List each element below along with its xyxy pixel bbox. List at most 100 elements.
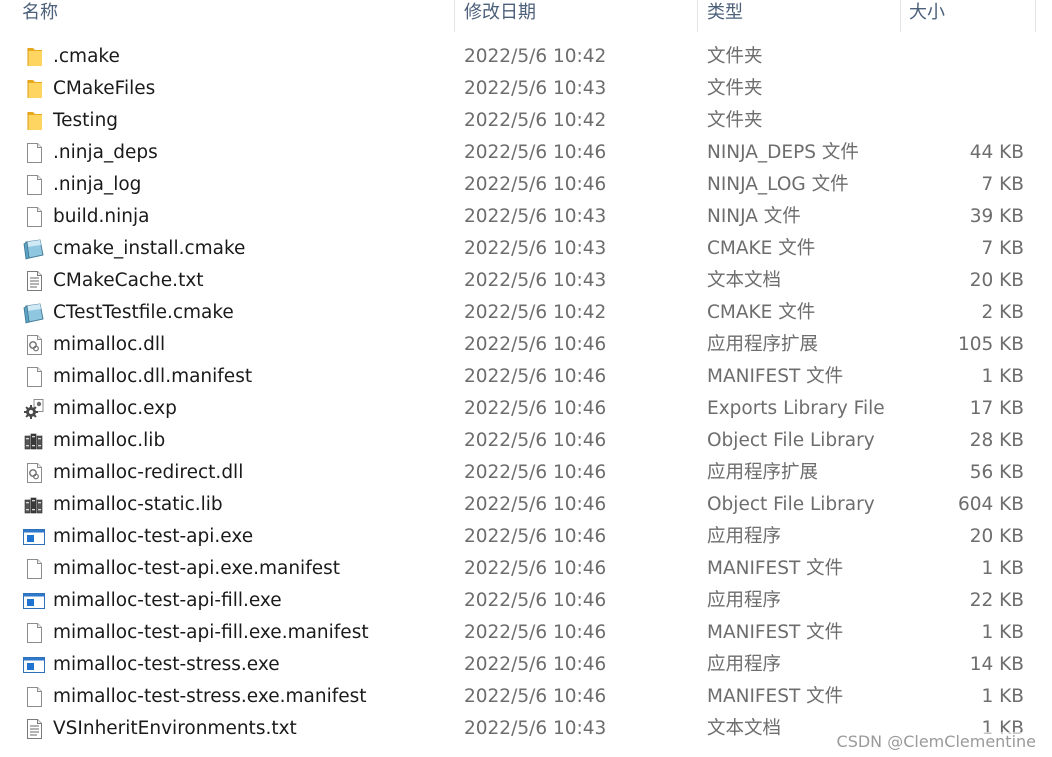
file-size: 20 KB: [969, 270, 1024, 291]
file-modified-date: 2022/5/6 10:46: [464, 494, 607, 515]
file-modified-date: 2022/5/6 10:43: [464, 206, 607, 227]
file-type: MANIFEST 文件: [707, 622, 844, 643]
file-name: .ninja_log: [53, 174, 142, 195]
file-type: CMAKE 文件: [707, 302, 816, 323]
file-row[interactable]: CMakeFiles 2022/5/6 10:43 文件夹: [0, 73, 1052, 105]
file-row[interactable]: mimalloc-test-api.exe 2022/5/6 10:46 应用程序 2…: [0, 521, 1052, 553]
exe-file-icon: [22, 526, 46, 548]
folder-icon: [22, 46, 46, 68]
file-row[interactable]: CMakeCache.txt 2022/5/6 10:43 文本文档 20 KB: [0, 265, 1052, 297]
file-row[interactable]: mimalloc.dll.manifest 2022/5/6 10:46 MANIF…: [0, 361, 1052, 393]
column-header-type[interactable]: 类型: [699, 0, 899, 32]
text-file-icon: [22, 718, 46, 740]
file-size: 44 KB: [969, 142, 1024, 163]
blank-file-icon: [22, 174, 46, 196]
file-modified-date: 2022/5/6 10:42: [464, 302, 607, 323]
file-row[interactable]: mimalloc-test-api-fill.exe 2022/5/6 10:46…: [0, 585, 1052, 617]
file-name: Testing: [53, 110, 119, 131]
file-row[interactable]: mimalloc.exp 2022/5/6 10:46 Exports Librar…: [0, 393, 1052, 425]
file-modified-date: 2022/5/6 10:46: [464, 334, 607, 355]
file-row[interactable]: CTestTestfile.cmake 2022/5/6 10:42 CMAKE 文…: [0, 297, 1052, 329]
file-name: mimalloc.lib: [53, 430, 166, 451]
folder-icon: [22, 78, 46, 100]
file-size: 1 KB: [981, 622, 1024, 643]
column-divider[interactable]: [1035, 0, 1036, 32]
cmake-file-icon: [22, 238, 46, 260]
file-name: mimalloc-test-api-fill.exe.manifest: [53, 622, 369, 643]
file-name: mimalloc-test-api.exe: [53, 526, 254, 547]
file-type: CMAKE 文件: [707, 238, 816, 259]
file-size: 7 KB: [981, 238, 1024, 259]
file-modified-date: 2022/5/6 10:43: [464, 718, 607, 739]
column-divider[interactable]: [697, 0, 698, 32]
blank-file-icon: [22, 686, 46, 708]
file-row[interactable]: .cmake 2022/5/6 10:42 文件夹: [0, 41, 1052, 73]
file-row[interactable]: mimalloc-test-api.exe.manifest 2022/5/6 1…: [0, 553, 1052, 585]
file-modified-date: 2022/5/6 10:46: [464, 142, 607, 163]
file-name: mimalloc-test-stress.exe.manifest: [53, 686, 367, 707]
file-row[interactable]: mimalloc.dll 2022/5/6 10:46 应用程序扩展 105 KB: [0, 329, 1052, 361]
file-type: 文本文档: [707, 270, 782, 291]
text-file-icon: [22, 270, 46, 292]
watermark: CSDN @ClemClementine: [834, 732, 1038, 751]
file-type: 文件夹: [707, 46, 763, 67]
file-size: 1 KB: [981, 558, 1024, 579]
file-modified-date: 2022/5/6 10:46: [464, 366, 607, 387]
file-type: 应用程序扩展: [707, 462, 819, 483]
file-type: NINJA_DEPS 文件: [707, 142, 859, 163]
file-row[interactable]: mimalloc-test-stress.exe.manifest 2022/5/…: [0, 681, 1052, 713]
file-row[interactable]: mimalloc-redirect.dll 2022/5/6 10:46 应用程序扩…: [0, 457, 1052, 489]
column-divider[interactable]: [454, 0, 455, 32]
file-row[interactable]: build.ninja 2022/5/6 10:43 NINJA 文件 39 KB: [0, 201, 1052, 233]
column-header-modified[interactable]: 修改日期: [456, 0, 696, 32]
file-size: 20 KB: [969, 526, 1024, 547]
file-name: mimalloc.exp: [53, 398, 177, 419]
folder-icon: [22, 110, 46, 132]
file-size: 604 KB: [957, 494, 1024, 515]
file-modified-date: 2022/5/6 10:42: [464, 110, 607, 131]
file-size: 105 KB: [957, 334, 1024, 355]
blank-file-icon: [22, 206, 46, 228]
file-size: 7 KB: [981, 174, 1024, 195]
file-size: 17 KB: [969, 398, 1024, 419]
file-name: mimalloc-test-stress.exe: [53, 654, 280, 675]
exe-file-icon: [22, 590, 46, 612]
file-type: MANIFEST 文件: [707, 686, 844, 707]
file-size: 22 KB: [969, 590, 1024, 611]
file-modified-date: 2022/5/6 10:46: [464, 526, 607, 547]
file-row[interactable]: .ninja_log 2022/5/6 10:46 NINJA_LOG 文件 7 KB: [0, 169, 1052, 201]
file-row[interactable]: .ninja_deps 2022/5/6 10:46 NINJA_DEPS 文件 44…: [0, 137, 1052, 169]
file-name: CMakeCache.txt: [53, 270, 204, 291]
file-type: 文件夹: [707, 110, 763, 131]
file-name: VSInheritEnvironments.txt: [53, 718, 297, 739]
column-header-name[interactable]: 名称: [14, 0, 454, 32]
blank-file-icon: [22, 142, 46, 164]
file-modified-date: 2022/5/6 10:43: [464, 238, 607, 259]
cmake-file-icon: [22, 302, 46, 324]
file-modified-date: 2022/5/6 10:46: [464, 174, 607, 195]
file-size: 39 KB: [969, 206, 1024, 227]
column-header-size[interactable]: 大小: [901, 0, 1035, 32]
file-modified-date: 2022/5/6 10:46: [464, 654, 607, 675]
file-row[interactable]: Testing 2022/5/6 10:42 文件夹: [0, 105, 1052, 137]
file-row[interactable]: mimalloc-test-stress.exe 2022/5/6 10:46 应用…: [0, 649, 1052, 681]
gear-file-icon: [22, 398, 46, 420]
file-name: build.ninja: [53, 206, 150, 227]
file-modified-date: 2022/5/6 10:42: [464, 46, 607, 67]
file-row[interactable]: cmake_install.cmake 2022/5/6 10:43 CMAKE 文…: [0, 233, 1052, 265]
file-type: 应用程序扩展: [707, 334, 819, 355]
blank-file-icon: [22, 366, 46, 388]
file-modified-date: 2022/5/6 10:43: [464, 78, 607, 99]
file-row[interactable]: mimalloc-static.lib 2022/5/6 10:46 Object …: [0, 489, 1052, 521]
exe-file-icon: [22, 654, 46, 676]
file-row[interactable]: mimalloc.lib 2022/5/6 10:46 Object File Li…: [0, 425, 1052, 457]
file-modified-date: 2022/5/6 10:46: [464, 430, 607, 451]
file-name: mimalloc-test-api-fill.exe: [53, 590, 282, 611]
file-list: .cmake 2022/5/6 10:42 文件夹 CMakeFiles 2022/5/…: [0, 41, 1052, 745]
file-row[interactable]: mimalloc-test-api-fill.exe.manifest 2022/…: [0, 617, 1052, 649]
file-type: MANIFEST 文件: [707, 366, 844, 387]
file-type: Object File Library: [707, 430, 875, 451]
file-modified-date: 2022/5/6 10:46: [464, 558, 607, 579]
file-name: mimalloc-static.lib: [53, 494, 223, 515]
file-type: MANIFEST 文件: [707, 558, 844, 579]
